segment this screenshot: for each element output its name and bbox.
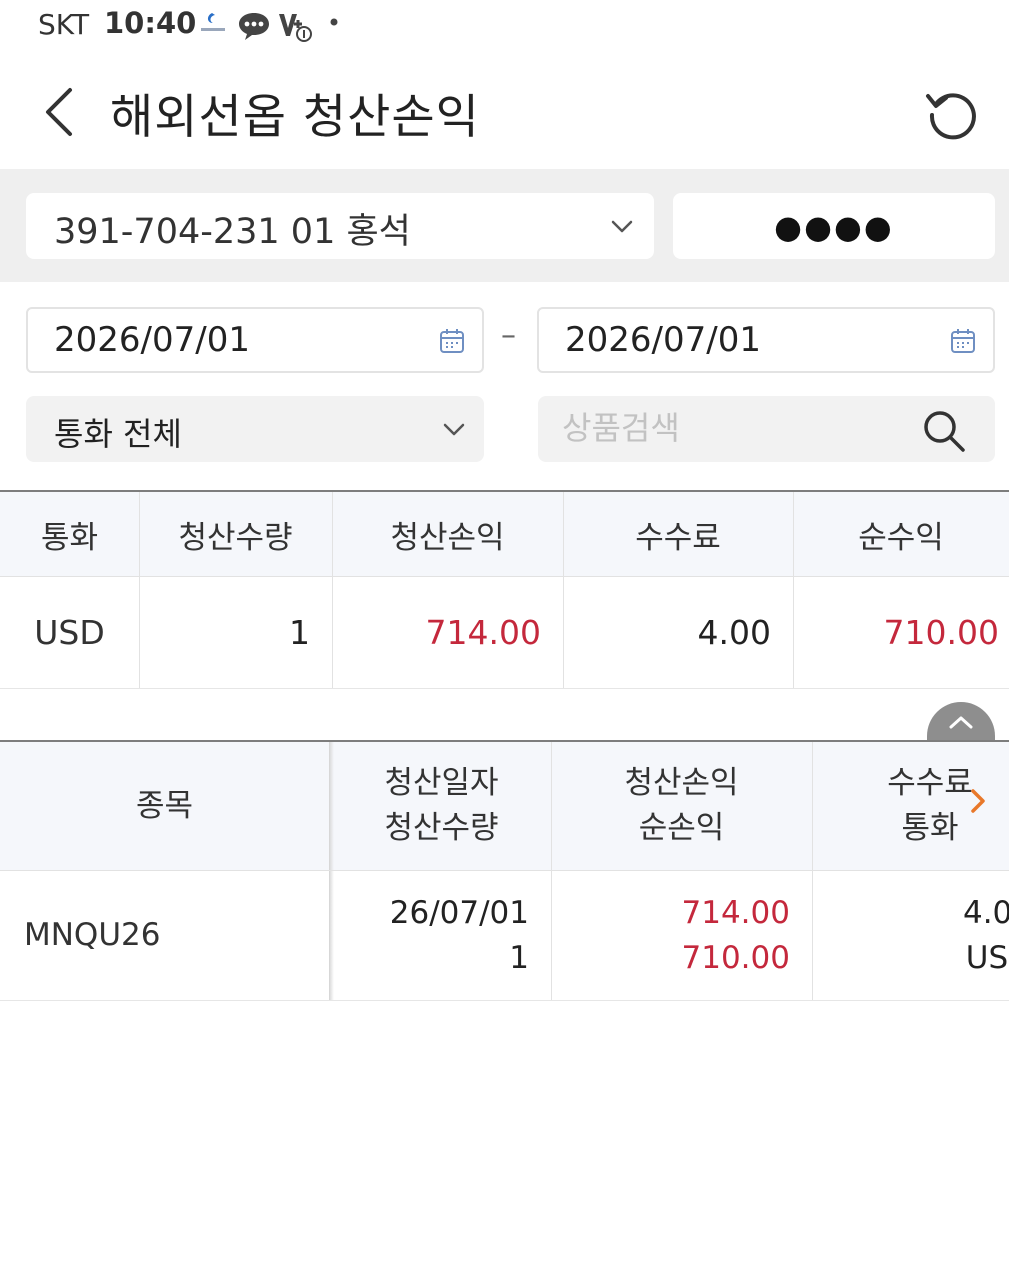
search-icon[interactable] [921, 408, 967, 454]
refresh-icon[interactable] [922, 82, 984, 144]
close-pnl: 714.00 [681, 894, 790, 931]
summary-qty: 1 [289, 613, 310, 652]
back-arrow-icon[interactable] [38, 84, 82, 140]
header-close-qty: 청산수량 [384, 810, 499, 846]
header-net-profit: 순수익 [858, 519, 944, 556]
account-band: 391-704-231 01 홍석 ●●●● [0, 169, 1009, 282]
carrier-label: SKT [38, 8, 90, 41]
summary-fee: 4.00 [697, 613, 771, 652]
detail-table-header: 종목 청산일자 청산수량 청산손익 순손익 수수료 통화 [0, 740, 1009, 871]
account-number: 391-704-231 01 홍석 [54, 212, 411, 252]
end-date-value: 2026/07/01 [565, 320, 761, 360]
close-qty: 1 [509, 939, 529, 976]
close-date: 26/07/01 [389, 894, 529, 931]
item-code: MNQU26 [24, 917, 161, 953]
header-close-pnl: 청산손익 [390, 519, 505, 556]
summary-currency: USD [34, 613, 105, 652]
summary-pnl: 714.00 [425, 613, 541, 652]
password-mask: ●●●● [774, 208, 894, 246]
header-close-pnl: 청산손익 [624, 765, 739, 801]
summary-table-header: 통화 청산수량 청산손익 수수료 순수익 [0, 490, 1009, 577]
chat-icon [239, 13, 269, 40]
table-row[interactable]: USD 1 714.00 4.00 710.00 [0, 577, 1009, 689]
chevron-up-icon [949, 716, 973, 729]
account-select[interactable]: 391-704-231 01 홍석 [26, 193, 654, 259]
app-header: 해외선옵 청산손익 [0, 60, 1009, 168]
summary-net: 710.00 [883, 613, 999, 652]
header-close-qty: 청산수량 [178, 519, 293, 556]
chevron-down-icon [443, 423, 465, 436]
dot-icon [330, 18, 338, 26]
end-date-field[interactable]: 2026/07/01 [537, 307, 995, 373]
chevron-right-icon[interactable] [966, 786, 990, 816]
page-title: 해외선옵 청산손익 [110, 90, 480, 145]
clock: 10:40 [104, 6, 197, 40]
table-row[interactable]: MNQU26 26/07/01 1 714.00 710.00 4.00 USD [0, 871, 1009, 1001]
app-notification-icon [201, 13, 225, 31]
header-currency: 통화 [40, 519, 99, 556]
product-search-box [538, 396, 995, 462]
start-date-field[interactable]: 2026/07/01 [26, 307, 484, 373]
header-fee: 수수료 [887, 765, 973, 801]
calendar-icon[interactable] [438, 327, 466, 355]
currency-value: USD [965, 939, 1009, 976]
password-field[interactable]: ●●●● [673, 193, 995, 259]
date-separator: – [501, 318, 516, 353]
chevron-down-icon [611, 220, 633, 233]
volte-icon [279, 14, 312, 42]
start-date-value: 2026/07/01 [54, 320, 250, 360]
net-pnl: 710.00 [681, 939, 790, 976]
currency-selected-value: 통화 전체 [54, 415, 182, 453]
collapse-button[interactable] [927, 702, 995, 740]
fee-value: 4.00 [962, 894, 1009, 931]
product-search-input[interactable] [562, 406, 902, 450]
header-item: 종목 [135, 787, 194, 824]
status-bar: SKT 10:40 [0, 0, 1009, 50]
header-close-date: 청산일자 [384, 765, 499, 801]
currency-select[interactable]: 통화 전체 [26, 396, 484, 462]
header-currency: 통화 [901, 810, 959, 846]
header-fee: 수수료 [635, 519, 721, 556]
header-net-pnl: 순손익 [638, 810, 725, 846]
calendar-icon[interactable] [949, 327, 977, 355]
